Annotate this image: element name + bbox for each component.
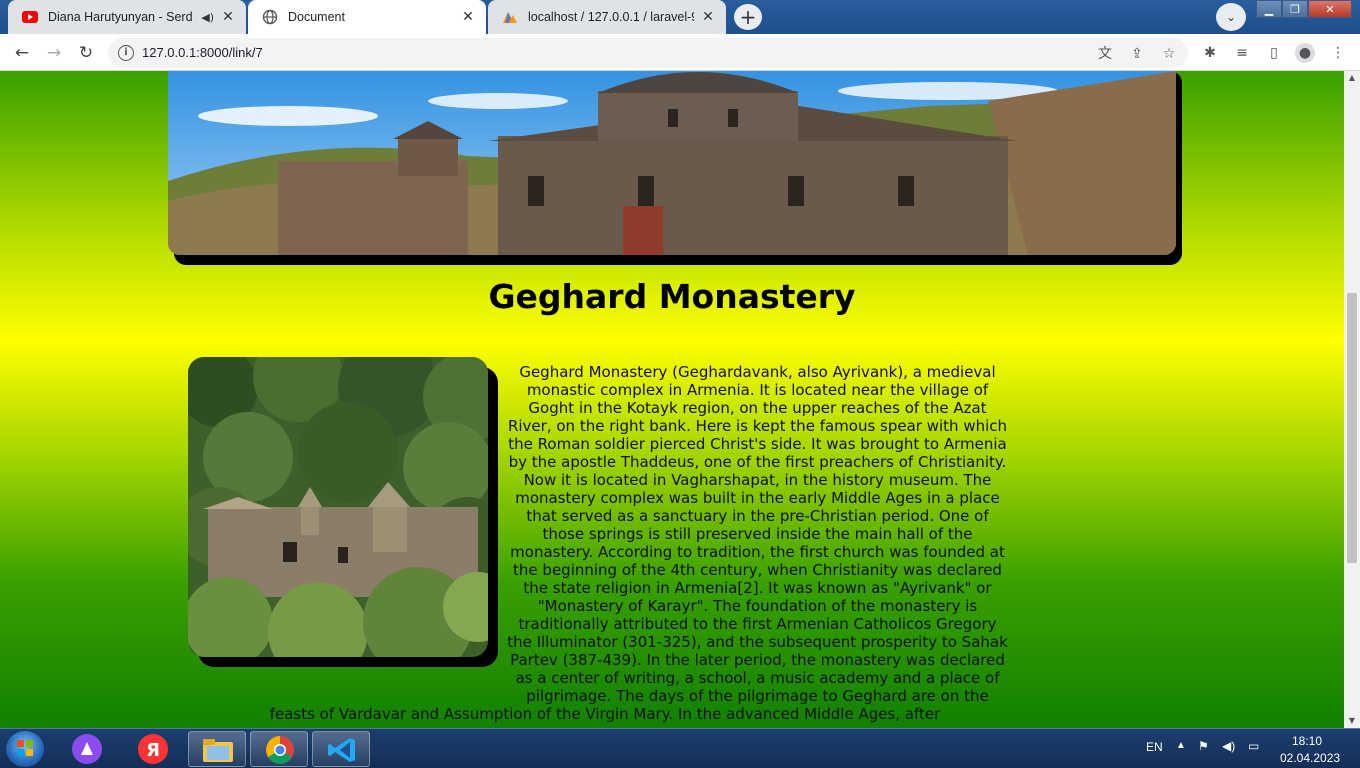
tab-document[interactable]: Document ✕ <box>248 0 486 34</box>
address-bar[interactable]: i 127.0.0.1:8000/link/7 文 ⇪ ☆ <box>108 38 1188 68</box>
scroll-down-arrow-icon[interactable]: ▼ <box>1344 714 1360 728</box>
alice-assistant-icon[interactable] <box>58 731 116 767</box>
browser-tab-strip: Diana Harutyunyan - Serd Sa ◀) ✕ Documen… <box>0 0 1360 34</box>
site-info-icon[interactable]: i <box>118 45 134 61</box>
translate-icon[interactable]: 文 <box>1096 45 1114 63</box>
close-tab-icon[interactable]: ✕ <box>460 9 476 25</box>
windows-start-button[interactable] <box>6 731 44 767</box>
new-tab-button[interactable]: + <box>734 4 762 30</box>
tab-title: Diana Harutyunyan - Serd Sa <box>48 10 198 24</box>
page-scrollbar[interactable]: ▲ ▼ <box>1344 71 1360 728</box>
close-tab-icon[interactable]: ✕ <box>700 9 716 25</box>
tab-title: localhost / 127.0.0.1 / laravel-9 / <box>528 10 694 24</box>
network-icon[interactable]: ▭ <box>1248 739 1259 753</box>
minimize-button[interactable]: ▁ <box>1256 0 1282 18</box>
close-window-button[interactable]: ✕ <box>1308 0 1352 18</box>
reload-icon[interactable]: ↻ <box>74 41 98 65</box>
clock-date[interactable]: 02.04.2023 <box>1280 751 1340 765</box>
menu-kebab-icon[interactable]: ⋮ <box>1328 43 1348 63</box>
tab-search-button[interactable]: ⌄ <box>1216 3 1246 31</box>
window-controls: ▁ ❐ ✕ <box>1256 0 1352 18</box>
speaker-icon[interactable]: ◀) <box>201 11 214 24</box>
monastery-banner-image <box>168 71 1176 255</box>
show-hidden-icons-icon[interactable]: ▲ <box>1176 740 1186 751</box>
scroll-thumb[interactable] <box>1347 293 1357 563</box>
page-title: Geghard Monastery <box>488 277 856 316</box>
image-float-spacer <box>200 363 505 688</box>
url-text[interactable]: 127.0.0.1:8000/link/7 <box>142 45 263 60</box>
maximize-button[interactable]: ❐ <box>1282 0 1308 18</box>
chrome-icon[interactable] <box>250 731 308 767</box>
phpmyadmin-icon <box>502 9 518 25</box>
vscode-icon[interactable] <box>312 731 370 767</box>
tab-title: Document <box>288 10 345 24</box>
bookmark-star-icon[interactable]: ☆ <box>1160 45 1178 63</box>
scroll-up-arrow-icon[interactable]: ▲ <box>1344 71 1360 85</box>
language-indicator[interactable]: EN <box>1146 740 1163 754</box>
clock-time[interactable]: 18:10 <box>1292 734 1322 748</box>
share-icon[interactable]: ⇪ <box>1128 45 1146 63</box>
windows-taskbar: Я EN ▲ ⚑ ◀) ▭ 18:10 02.04.2023 <box>0 728 1360 768</box>
volume-icon[interactable]: ◀) <box>1222 739 1235 753</box>
article-body: Geghard Monastery (Geghardavank, also Ay… <box>200 363 1010 723</box>
globe-icon <box>262 9 278 25</box>
profile-avatar-icon[interactable]: ● <box>1295 43 1315 63</box>
file-explorer-icon[interactable] <box>188 731 246 767</box>
close-tab-icon[interactable]: ✕ <box>220 9 236 25</box>
media-control-icon[interactable]: ≡ <box>1232 43 1252 63</box>
extensions-icon[interactable]: ✱ <box>1200 43 1220 63</box>
browser-toolbar: ← → ↻ i 127.0.0.1:8000/link/7 文 ⇪ ☆ ✱ ≡ … <box>0 34 1360 71</box>
yandex-browser-icon[interactable]: Я <box>124 731 182 767</box>
side-panel-icon[interactable]: ▯ <box>1264 43 1284 63</box>
action-center-flag-icon[interactable]: ⚑ <box>1198 739 1209 753</box>
svg-text:Я: Я <box>146 740 160 761</box>
page-viewport: Geghard Monastery Geghard Monastery (Geg… <box>0 71 1344 728</box>
tab-youtube[interactable]: Diana Harutyunyan - Serd Sa ◀) ✕ <box>8 0 246 34</box>
tab-phpmyadmin[interactable]: localhost / 127.0.0.1 / laravel-9 / ✕ <box>488 0 726 34</box>
forward-arrow-icon[interactable]: → <box>42 41 66 65</box>
youtube-icon <box>22 9 38 25</box>
back-arrow-icon[interactable]: ← <box>10 41 34 65</box>
